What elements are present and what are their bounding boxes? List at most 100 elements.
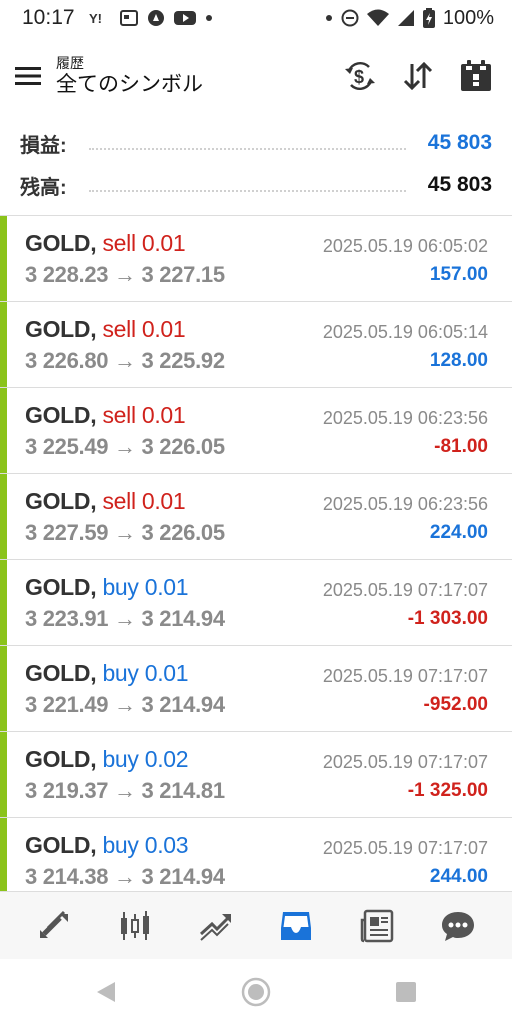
dot-icon [325, 14, 333, 22]
svg-text:$: $ [354, 67, 364, 87]
history-icon [281, 911, 312, 940]
trade-header: GOLD, sell 0.01 [25, 316, 186, 343]
trade-side-volume: sell 0.01 [102, 230, 186, 256]
trade-prices: 3 223.91 → 3 214.94 [25, 606, 225, 631]
dot-icon [205, 14, 213, 22]
profit-value: 45 803 [427, 131, 492, 154]
trade-header: GOLD, buy 0.01 [25, 660, 189, 687]
system-recents-button[interactable] [386, 972, 426, 1012]
trade-symbol: GOLD, [25, 574, 97, 600]
trade-symbol: GOLD, [25, 832, 97, 858]
trade-row[interactable]: GOLD, buy 0.01 3 221.49 → 3 214.94 2025.… [0, 646, 512, 732]
system-navigation [0, 959, 512, 1024]
trade-row[interactable]: GOLD, buy 0.03 3 214.38 → 3 214.94 2025.… [0, 818, 512, 891]
back-triangle-icon [97, 981, 115, 1002]
trade-row[interactable]: GOLD, sell 0.01 3 226.80 → 3 225.92 2025… [0, 302, 512, 388]
signal-icon [397, 9, 415, 27]
row-marker [0, 388, 7, 473]
menu-button[interactable] [0, 48, 56, 104]
trade-row[interactable]: GOLD, buy 0.01 3 223.91 → 3 214.94 2025.… [0, 560, 512, 646]
profit-row: 損益: 45 803 [0, 122, 512, 164]
trade-side-volume: sell 0.01 [102, 488, 186, 514]
svg-text:Y!: Y! [89, 11, 102, 26]
trade-profit: 244.00 [429, 866, 488, 887]
trade-time: 2025.05.19 07:17:07 [322, 580, 488, 600]
dnd-icon [341, 9, 359, 27]
status-bar: 10:17 Y! 100% [0, 0, 512, 36]
deposit-button[interactable]: $ [342, 58, 378, 94]
account-summary: 損益: 45 803 残高: 45 803 [0, 122, 512, 206]
trade-time: 2025.05.19 06:23:56 [322, 494, 488, 514]
row-marker [0, 216, 7, 301]
trade-symbol: GOLD, [25, 402, 97, 428]
trade-time: 2025.05.19 07:17:07 [322, 666, 488, 686]
trade-prices: 3 228.23 → 3 227.15 [25, 262, 225, 287]
nav-news[interactable] [353, 902, 401, 950]
trade-profit: -1 325.00 [407, 780, 488, 801]
nav-trade[interactable] [192, 902, 240, 950]
currency-exchange-icon: $ [345, 61, 375, 91]
trade-time: 2025.05.19 06:23:56 [322, 408, 488, 428]
yahoo-icon: Y! [89, 10, 111, 26]
sort-button[interactable] [400, 58, 436, 94]
calendar-button[interactable] [458, 58, 494, 94]
nav-quotes[interactable] [30, 902, 78, 950]
news-icon [119, 9, 138, 27]
wifi-icon [366, 9, 389, 27]
trade-symbol: GOLD, [25, 660, 97, 686]
trade-row[interactable]: GOLD, sell 0.01 3 227.59 → 3 226.05 2025… [0, 474, 512, 560]
trade-prices: 3 227.59 → 3 226.05 [25, 520, 225, 545]
leader-dots [88, 148, 406, 150]
row-marker [0, 818, 7, 891]
trade-profit: 157.00 [429, 264, 488, 285]
recents-square-icon [396, 981, 416, 1002]
row-marker [0, 302, 7, 387]
trade-symbol: GOLD, [25, 316, 97, 342]
youtube-icon [173, 10, 196, 26]
nav-chart[interactable] [111, 902, 159, 950]
quotes-icon [40, 910, 69, 938]
trade-side-volume: sell 0.01 [102, 316, 186, 342]
trade-side-volume: sell 0.01 [102, 402, 186, 428]
system-back-button[interactable] [86, 972, 126, 1012]
symbol-filter-title[interactable]: 全てのシンボル [56, 72, 203, 98]
trade-history-list: GOLD, sell 0.01 3 228.23 → 3 227.15 2025… [0, 215, 512, 891]
trade-symbol: GOLD, [25, 230, 97, 256]
trade-side-volume: buy 0.01 [102, 660, 189, 686]
battery-percent: 100% [442, 6, 494, 29]
trade-icon [199, 913, 231, 941]
nav-messages[interactable] [434, 902, 482, 950]
balance-value: 45 803 [427, 173, 492, 196]
bottom-navigation [0, 891, 512, 959]
sort-arrows-icon [403, 62, 433, 90]
row-marker [0, 732, 7, 817]
trade-header: GOLD, sell 0.01 [25, 402, 186, 429]
trade-time: 2025.05.19 06:05:02 [322, 236, 488, 256]
nav-history[interactable] [272, 902, 320, 950]
trade-side-volume: buy 0.02 [102, 746, 189, 772]
trade-row[interactable]: GOLD, sell 0.01 3 225.49 → 3 226.05 2025… [0, 388, 512, 474]
trade-header: GOLD, sell 0.01 [25, 230, 186, 257]
status-time: 10:17 [22, 6, 75, 29]
battery-icon [422, 8, 435, 28]
notification-icon [147, 9, 165, 27]
row-marker [0, 646, 7, 731]
trade-symbol: GOLD, [25, 488, 97, 514]
trade-profit: -81.00 [434, 436, 488, 457]
system-home-button[interactable] [236, 972, 276, 1012]
trade-time: 2025.05.19 07:17:07 [322, 838, 488, 858]
trade-side-volume: buy 0.03 [102, 832, 189, 858]
trade-time: 2025.05.19 07:17:07 [322, 752, 488, 772]
trade-symbol: GOLD, [25, 746, 97, 772]
news-icon [360, 909, 394, 942]
trade-prices: 3 221.49 → 3 214.94 [25, 692, 225, 717]
trade-prices: 3 226.80 → 3 225.92 [25, 348, 225, 373]
hamburger-icon [15, 67, 41, 85]
trade-row[interactable]: GOLD, buy 0.02 3 219.37 → 3 214.81 2025.… [0, 732, 512, 818]
trade-side-volume: buy 0.01 [102, 574, 189, 600]
trade-header: GOLD, buy 0.01 [25, 574, 189, 601]
trade-row[interactable]: GOLD, sell 0.01 3 228.23 → 3 227.15 2025… [0, 216, 512, 302]
balance-label: 残高: [20, 176, 67, 199]
messages-icon [441, 911, 474, 941]
chart-icon [120, 910, 149, 940]
